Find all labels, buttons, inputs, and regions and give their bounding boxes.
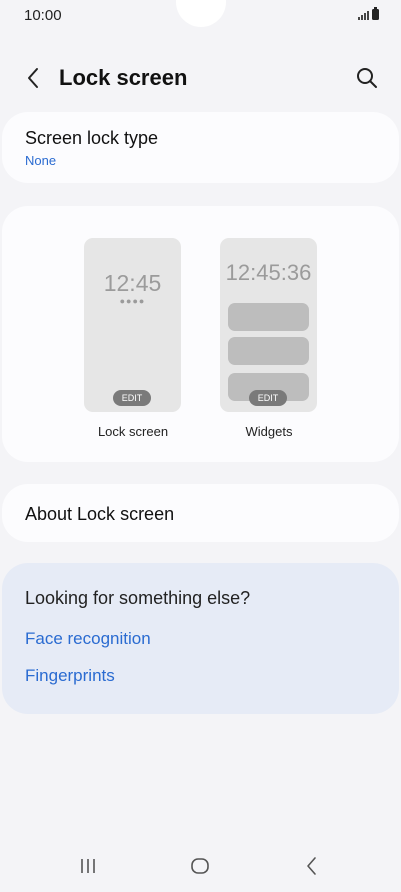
widgets-preview[interactable]: 12:45:36 EDIT <box>220 238 317 412</box>
app-header: Lock screen <box>0 55 401 99</box>
preview-clock: 12:45 <box>103 270 162 296</box>
status-time: 10:00 <box>24 7 62 24</box>
navigation-bar <box>0 846 401 886</box>
suggestions-card: Looking for something else? Face recogni… <box>2 563 399 714</box>
screen-lock-type-item[interactable]: Screen lock type None <box>2 112 399 183</box>
home-icon <box>191 858 209 874</box>
recents-icon <box>81 859 95 873</box>
nav-back-icon <box>307 857 316 875</box>
lock-screen-preview-label: Lock screen <box>97 424 169 439</box>
signal-icon <box>358 11 369 20</box>
nav-back-button[interactable] <box>292 852 332 880</box>
suggestions-title: Looking for something else? <box>25 588 251 608</box>
status-bar: 10:00 <box>0 0 401 30</box>
edit-widgets-button[interactable]: EDIT <box>249 390 287 406</box>
screen-lock-type-value: None <box>25 153 57 168</box>
fingerprints-link[interactable]: Fingerprints <box>25 666 115 686</box>
edit-lock-screen-button[interactable]: EDIT <box>113 390 151 406</box>
about-lock-screen-item[interactable]: About Lock screen <box>2 484 399 542</box>
face-recognition-link[interactable]: Face recognition <box>25 629 151 649</box>
recents-button[interactable] <box>68 852 108 880</box>
page-title: Lock screen <box>59 65 188 90</box>
about-lock-screen-label: About Lock screen <box>25 504 175 524</box>
camera-notch <box>176 0 226 27</box>
battery-icon <box>372 7 379 20</box>
home-button[interactable] <box>180 852 220 880</box>
widget-placeholder <box>228 303 309 331</box>
lock-screen-preview[interactable]: 12:45 ●●●● EDIT <box>84 238 181 412</box>
screen-lock-type-label: Screen lock type <box>25 128 159 148</box>
back-button[interactable] <box>20 65 46 91</box>
search-button[interactable] <box>353 64 381 92</box>
search-icon <box>357 68 377 88</box>
preview-pin-dots: ●●●● <box>119 296 146 306</box>
back-arrow-icon <box>28 68 38 88</box>
status-icons <box>358 7 379 20</box>
lock-screen-previews-card: 12:45 ●●●● EDIT 12:45:36 EDIT Lock scree… <box>2 206 399 462</box>
widget-placeholder <box>228 337 309 365</box>
widgets-preview-label: Widgets <box>245 424 293 439</box>
preview-clock: 12:45:36 <box>225 260 312 285</box>
